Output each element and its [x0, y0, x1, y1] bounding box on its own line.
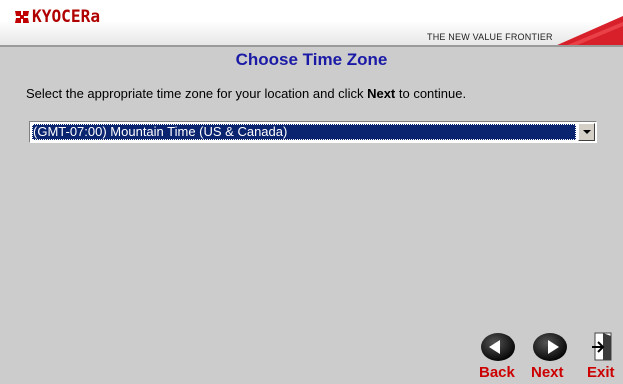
next-button[interactable]: Next [531, 364, 564, 381]
logo-text: KYOCERa [32, 7, 101, 27]
kyocera-logo-icon [15, 11, 29, 23]
banner-red-wedge [555, 16, 623, 46]
instruction-suffix: to continue. [395, 86, 467, 101]
header-banner: KYOCERa THE NEW VALUE FRONTIER [0, 0, 623, 47]
instruction-prefix: Select the appropriate time zone for you… [26, 86, 368, 101]
timezone-selected-value[interactable]: (GMT-07:00) Mountain Time (US & Canada) [32, 124, 576, 140]
page-title: Choose Time Zone [235, 50, 388, 69]
instruction-next-emphasis: Next [367, 86, 396, 101]
chevron-down-icon[interactable] [578, 123, 595, 141]
exit-door-icon[interactable] [589, 330, 617, 362]
header-divider [0, 45, 623, 47]
tagline: THE NEW VALUE FRONTIER [427, 32, 553, 42]
timezone-select[interactable]: (GMT-07:00) Mountain Time (US & Canada) [29, 121, 597, 143]
next-arrow-icon[interactable] [532, 330, 568, 362]
instruction-text: Select the appropriate time zone for you… [26, 86, 466, 101]
back-arrow-icon[interactable] [480, 330, 516, 362]
exit-button[interactable]: Exit [587, 364, 615, 381]
back-button[interactable]: Back [479, 364, 515, 381]
kyocera-logo: KYOCERa [14, 7, 104, 27]
